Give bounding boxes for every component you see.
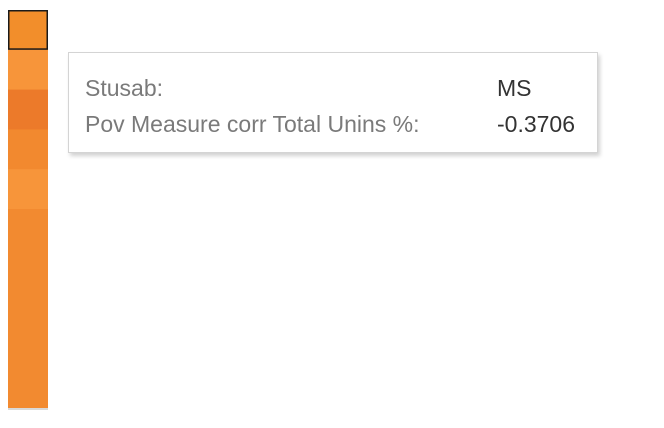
heatmap-cell[interactable]: [8, 49, 48, 91]
heatmap-cell[interactable]: [8, 248, 48, 290]
heatmap-cell[interactable]: [8, 89, 48, 130]
heatmap-cell[interactable]: [8, 169, 48, 210]
tooltip-value-correlation: -0.3706: [497, 111, 576, 137]
tooltip-row-stusab: Stusab: MS: [85, 73, 532, 103]
heatmap-cell[interactable]: [8, 129, 48, 170]
tooltip: Stusab: MS Pov Measure corr Total Unins …: [68, 52, 598, 153]
heatmap-cell[interactable]: [8, 368, 48, 409]
heatmap-cell[interactable]: [8, 10, 48, 51]
tooltip-row-correlation: Pov Measure corr Total Unins %: -0.3706: [85, 109, 575, 139]
tooltip-label-stusab: Stusab:: [85, 75, 163, 101]
heatmap-cell[interactable]: [8, 288, 48, 329]
tooltip-label-correlation: Pov Measure corr Total Unins %:: [85, 111, 420, 137]
heatmap-baseline: [8, 408, 48, 410]
heatmap-cell[interactable]: [8, 328, 48, 369]
tooltip-value-stusab: MS: [497, 75, 532, 101]
heatmap-strip: [8, 10, 48, 410]
heatmap-cell[interactable]: [8, 209, 48, 250]
